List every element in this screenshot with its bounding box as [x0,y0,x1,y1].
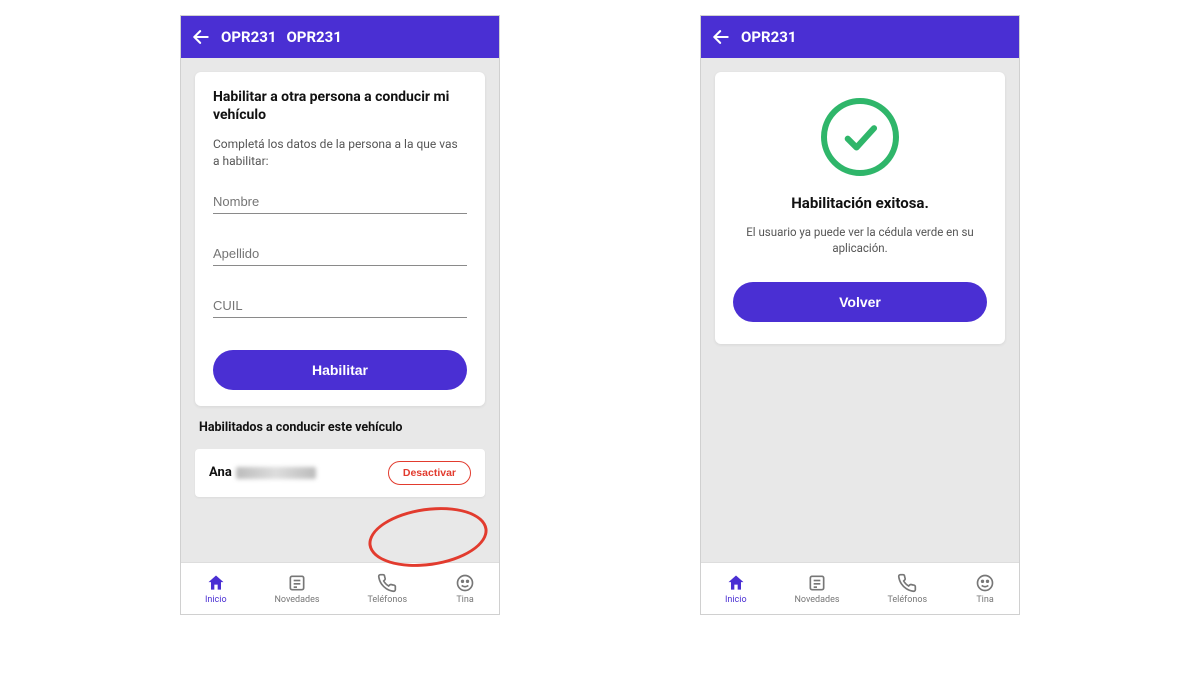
phone-icon [897,573,917,593]
habilitado-name-visible: Ana [209,465,232,480]
field-cuil [213,292,467,318]
back-arrow-icon[interactable] [191,27,211,47]
nav-label: Teléfonos [367,595,407,605]
nav-telefonos[interactable]: Teléfonos [367,573,407,605]
habilitar-button[interactable]: Habilitar [213,350,467,390]
home-icon [726,573,746,593]
phone-screen-success: OPR231 Habilitación exitosa. El usuario … [700,15,1020,615]
nav-novedades[interactable]: Novedades [795,573,840,605]
phone-screen-form: OPR231 OPR231 Habilitar a otra persona a… [180,15,500,615]
habilitados-section-label: Habilitados a conducir este vehículo [195,420,485,435]
main-content: Habilitación exitosa. El usuario ya pued… [701,58,1019,562]
nav-tina[interactable]: Tina [975,573,995,605]
habilitado-name: Ana [209,465,316,480]
back-arrow-icon[interactable] [711,27,731,47]
bottom-nav: Inicio Novedades Teléfonos Tina [181,562,499,614]
header-title: OPR231 [741,28,796,46]
nav-telefonos[interactable]: Teléfonos [887,573,927,605]
nav-inicio[interactable]: Inicio [205,573,227,605]
card-subtitle: Completá los datos de la persona a la qu… [213,136,467,170]
main-content: Habilitar a otra persona a conducir mi v… [181,58,499,562]
nav-tina[interactable]: Tina [455,573,475,605]
desactivar-button[interactable]: Desactivar [388,461,471,485]
habilitar-card: Habilitar a otra persona a conducir mi v… [195,72,485,406]
field-nombre [213,188,467,214]
volver-button[interactable]: Volver [733,282,987,322]
nombre-input[interactable] [213,188,467,214]
success-message: El usuario ya puede ver la cédula verde … [733,224,987,256]
nav-label: Novedades [275,595,320,605]
apellido-input[interactable] [213,240,467,266]
phone-icon [377,573,397,593]
bot-icon [455,573,475,593]
header-title-1: OPR231 [221,28,276,46]
nav-label: Tina [456,595,473,605]
nav-label: Teléfonos [887,595,927,605]
habilitado-row: Ana Desactivar [195,449,485,497]
card-title: Habilitar a otra persona a conducir mi v… [213,88,467,124]
success-card: Habilitación exitosa. El usuario ya pued… [715,72,1005,344]
bottom-nav: Inicio Novedades Teléfonos Tina [701,562,1019,614]
habilitado-name-redacted [236,467,316,479]
nav-label: Novedades [795,595,840,605]
news-icon [287,573,307,593]
nav-novedades[interactable]: Novedades [275,573,320,605]
success-check-icon [821,98,899,176]
nav-label: Tina [976,595,993,605]
cuil-input[interactable] [213,292,467,318]
field-apellido [213,240,467,266]
news-icon [807,573,827,593]
nav-inicio[interactable]: Inicio [725,573,747,605]
bot-icon [975,573,995,593]
app-header: OPR231 OPR231 [181,16,499,58]
app-header: OPR231 [701,16,1019,58]
header-title-2: OPR231 [286,28,341,46]
nav-label: Inicio [725,595,747,605]
nav-label: Inicio [205,595,227,605]
success-title: Habilitación exitosa. [733,194,987,214]
home-icon [206,573,226,593]
